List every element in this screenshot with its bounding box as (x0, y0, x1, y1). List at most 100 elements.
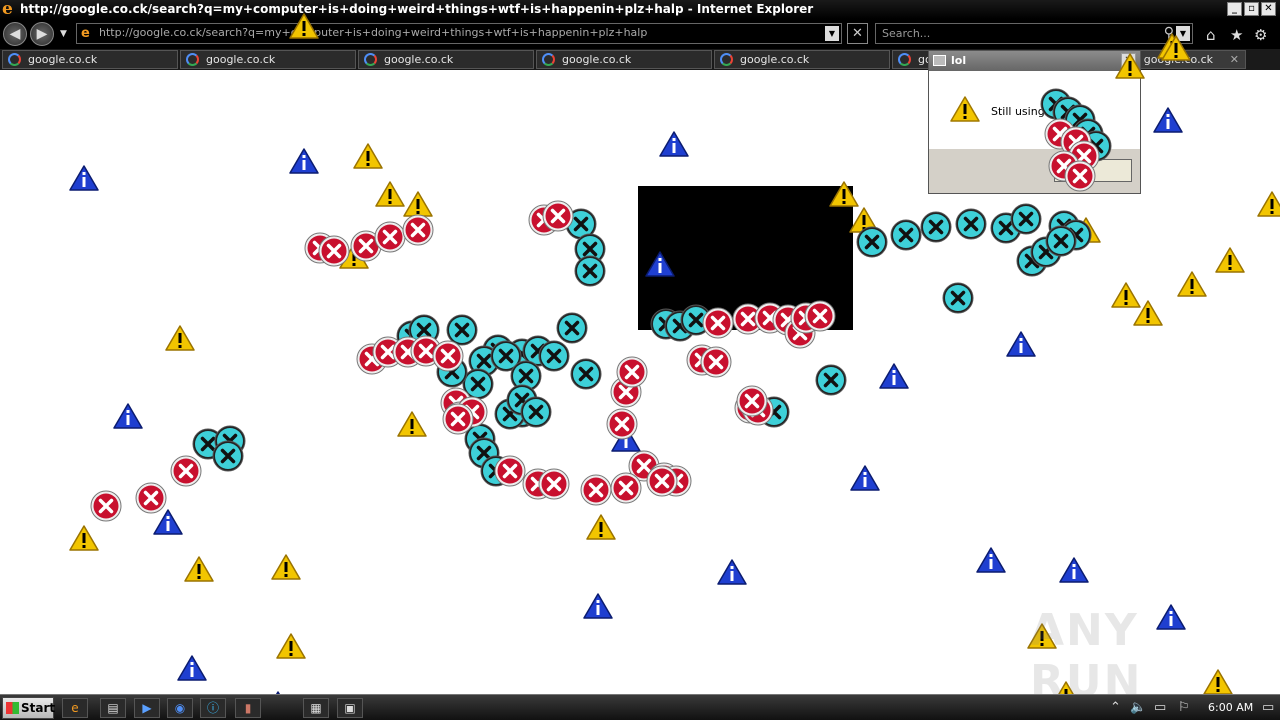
flag-icon[interactable]: ⚐ (1178, 700, 1190, 715)
search-placeholder[interactable]: Search... (882, 27, 930, 40)
error-icon (610, 472, 642, 504)
notepad-taskbar-icon[interactable]: ▮ (235, 698, 261, 718)
warning-icon (69, 525, 99, 551)
tray-expand-icon[interactable]: ⌃ (1110, 700, 1121, 715)
app-taskbar-icon[interactable]: ⓘ (200, 698, 226, 718)
tab[interactable]: google.co.ck (358, 50, 534, 69)
address-bar[interactable]: e http://google.co.ck/search?q=my+comput… (76, 23, 842, 44)
info-icon (645, 251, 675, 277)
cyan-error-icon (570, 358, 602, 390)
cyan-error-icon (955, 208, 987, 240)
ie-taskbar-icon[interactable]: e (62, 698, 88, 718)
window-title: http://google.co.ck/search?q=my+computer… (20, 2, 814, 16)
cyan-error-icon (1045, 225, 1077, 257)
error-icon (804, 300, 836, 332)
warning-icon (1133, 300, 1163, 326)
search-box[interactable]: Search... ⚲ ▼ (875, 23, 1193, 44)
gear-icon[interactable]: ⚙ (1254, 26, 1267, 44)
navigation-bar: ◀ ▶ ▼ e http://google.co.ck/search?q=my+… (0, 19, 1280, 49)
info-icon (177, 655, 207, 681)
warning-icon (1115, 53, 1145, 79)
tab-label: google.co.ck (206, 53, 276, 66)
taskbar: Start e ▤ ▶ ◉ ⓘ ▮ ▦ ▣ ⌃ 🔈 ▭ ⚐ 6:00 AM ▭ (0, 694, 1280, 720)
cyan-error-icon (556, 312, 588, 344)
address-url[interactable]: http://google.co.ck/search?q=my+computer… (99, 26, 647, 39)
history-dropdown-icon[interactable]: ▼ (60, 29, 67, 39)
warning-icon (586, 514, 616, 540)
google-favicon-icon (898, 53, 911, 66)
warning-icon (353, 143, 383, 169)
error-icon (442, 403, 474, 435)
clock[interactable]: 6:00 AM (1208, 701, 1253, 714)
cyan-error-icon (520, 396, 552, 428)
warning-icon (1215, 247, 1245, 273)
info-icon (717, 559, 747, 585)
google-favicon-icon (542, 53, 555, 66)
warning-icon (397, 411, 427, 437)
home-icon[interactable]: ⌂ (1206, 26, 1216, 44)
error-icon (736, 385, 768, 417)
favorites-star-icon[interactable]: ★ (1230, 26, 1243, 44)
info-icon (976, 547, 1006, 573)
tab[interactable]: google.co.ck (714, 50, 890, 69)
error-icon (90, 490, 122, 522)
start-label: Start (21, 701, 56, 715)
maximize-button[interactable]: ▫ (1244, 2, 1259, 16)
address-dropdown-button[interactable]: ▼ (825, 26, 839, 41)
info-icon (69, 165, 99, 191)
minimize-button[interactable]: _ (1227, 2, 1242, 16)
tab-label: google.co.ck (28, 53, 98, 66)
speaker-icon[interactable]: 🔈 (1130, 700, 1146, 715)
window-icon (933, 55, 946, 66)
tab[interactable]: google.co.ck (180, 50, 356, 69)
dialog-title: lol (951, 54, 967, 67)
tab-close-button[interactable]: ✕ (1230, 51, 1239, 68)
error-icon (538, 468, 570, 500)
chrome-taskbar-icon[interactable]: ◉ (167, 698, 193, 718)
tab-label: google.co.ck (562, 53, 632, 66)
tab[interactable]: google.co.ck (536, 50, 712, 69)
warning-icon (165, 325, 195, 351)
warning-icon (950, 96, 980, 122)
info-icon (583, 593, 613, 619)
title-bar[interactable]: e http://google.co.ck/search?q=my+comput… (0, 0, 1280, 19)
warning-icon (271, 554, 301, 580)
error-icon (646, 465, 678, 497)
system-tray: ⌃ 🔈 ▭ ⚐ 6:00 AM ▭ (1104, 697, 1280, 719)
cyan-error-icon (574, 255, 606, 287)
network-icon[interactable]: ▭ (1154, 700, 1166, 715)
start-button[interactable]: Start (2, 697, 56, 719)
show-desktop-icon[interactable]: ▭ (1262, 700, 1274, 715)
windows-flag-icon (6, 702, 19, 714)
ie-logo-icon: e (2, 0, 13, 19)
info-icon (113, 403, 143, 429)
calculator-taskbar-icon[interactable]: ▦ (303, 698, 329, 718)
warning-icon (184, 556, 214, 582)
dialog-title-bar[interactable]: lol ✕ (929, 51, 1140, 71)
window-taskbar-icon[interactable]: ▣ (337, 698, 363, 718)
error-icon (616, 356, 648, 388)
info-icon (879, 363, 909, 389)
warning-icon (276, 633, 306, 659)
forward-button[interactable]: ▶ (30, 22, 54, 46)
close-button[interactable]: ✕ (1261, 2, 1276, 16)
explorer-taskbar-icon[interactable]: ▤ (100, 698, 126, 718)
error-icon (135, 482, 167, 514)
warning-icon (1161, 35, 1191, 61)
tab-label: google.co.ck (740, 53, 810, 66)
message-dialog[interactable]: lol ✕ Still using (928, 50, 1141, 194)
info-icon (659, 131, 689, 157)
error-icon (606, 408, 638, 440)
warning-icon (1257, 191, 1280, 217)
google-favicon-icon (720, 53, 733, 66)
tab[interactable]: google.co.ck (2, 50, 178, 69)
back-button[interactable]: ◀ (3, 22, 27, 46)
error-icon (318, 235, 350, 267)
info-icon (850, 465, 880, 491)
info-icon (1006, 331, 1036, 357)
cyan-error-icon (856, 226, 888, 258)
media-player-taskbar-icon[interactable]: ▶ (134, 698, 160, 718)
info-icon (1153, 107, 1183, 133)
stop-button[interactable]: ✕ (847, 23, 868, 44)
cyan-error-icon (890, 219, 922, 251)
